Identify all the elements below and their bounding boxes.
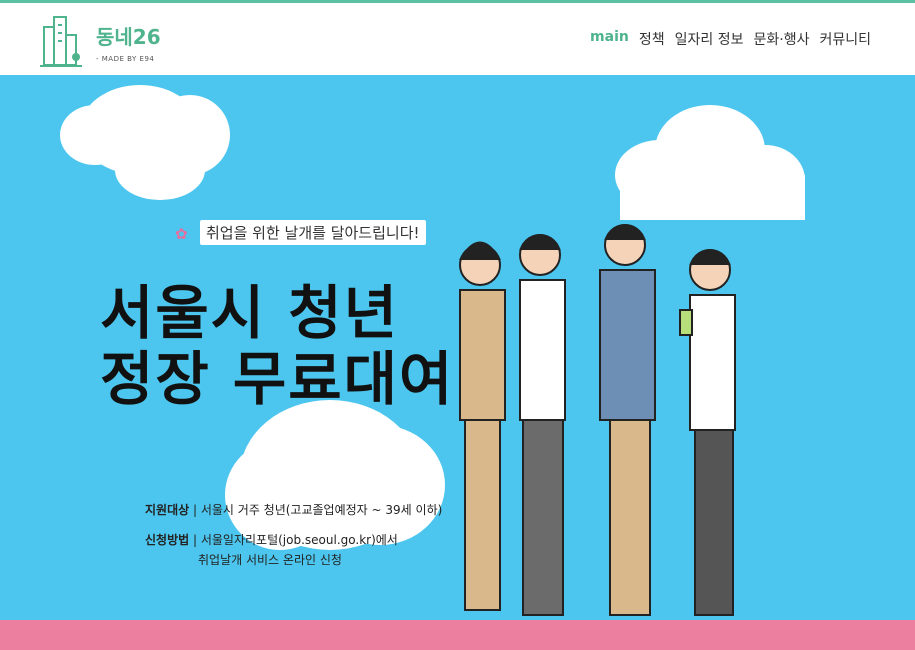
- hero-title-line1: 서울시 청년: [100, 279, 399, 347]
- info-apply-text: 서울일자리포털(job.seoul.go.kr)에서: [200, 533, 398, 547]
- info-apply-text2: 취업날개 서비스 온라인 신청: [198, 553, 342, 567]
- main-nav: main 정책 일자리 정보 문화·행사 커뮤니티: [590, 29, 871, 49]
- info-eligibility-text: 서울시 거주 청년(고교졸업예정자 ~ 39세 이하): [200, 503, 443, 517]
- info-apply: 신청방법 | 서울일자리포털(job.seoul.go.kr)에서: [145, 533, 398, 547]
- brand-subtitle: - MADE BY E94: [96, 55, 155, 63]
- info-apply-label: 신청방법: [145, 533, 190, 547]
- hero-banner[interactable]: ✿ ✿ 취업을 위한 날개를 달아드립니다! 서울시 청년 정장 무료대여 지원…: [0, 75, 915, 620]
- footer-pink-bar: [0, 620, 915, 650]
- nav-item-policy[interactable]: 정책: [639, 29, 665, 49]
- nav-item-jobs[interactable]: 일자리 정보: [675, 29, 744, 49]
- hero-title-line2: 정장 무료대여: [100, 345, 455, 413]
- nav-item-culture[interactable]: 문화·행사: [753, 29, 809, 49]
- nav-item-main[interactable]: main: [590, 29, 629, 49]
- info-eligibility: 지원대상 | 서울시 거주 청년(고교졸업예정자 ~ 39세 이하): [145, 503, 443, 517]
- brand-name[interactable]: 동네26: [96, 21, 161, 50]
- flower-icon-left: ✿: [175, 225, 188, 243]
- nav-item-community[interactable]: 커뮤니티: [819, 29, 871, 49]
- walking-people-illustration: [459, 224, 736, 616]
- hero-tagline: 취업을 위한 날개를 달아드립니다!: [200, 220, 426, 245]
- city-buildings-logo-icon[interactable]: [40, 13, 82, 73]
- header: 동네26 - MADE BY E94 main 정책 일자리 정보 문화·행사 …: [0, 3, 915, 75]
- info-eligibility-label: 지원대상: [145, 503, 190, 517]
- hero-title: 서울시 청년 정장 무료대여: [100, 280, 454, 412]
